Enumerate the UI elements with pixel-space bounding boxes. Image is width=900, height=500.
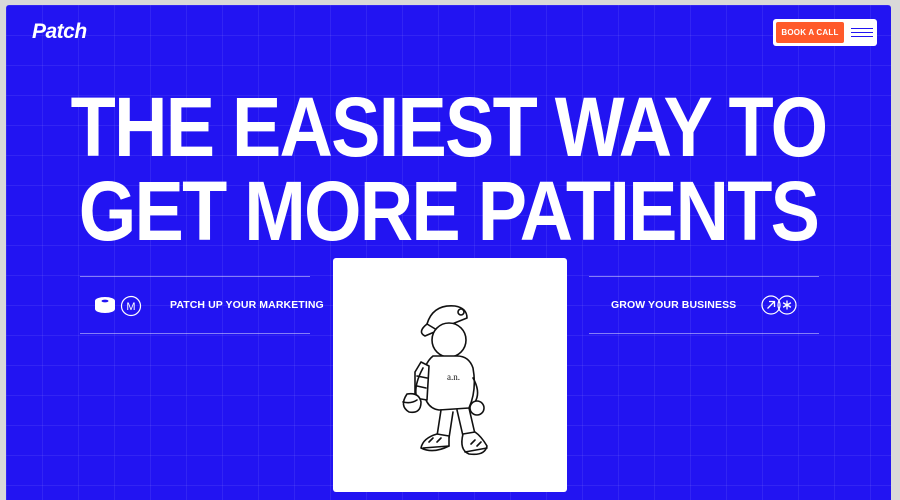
hero-headline: THE EASIEST WAY TO GET MORE PATIENTS	[59, 85, 838, 253]
brand-logo[interactable]: Patch	[32, 20, 87, 44]
hamburger-icon[interactable]	[851, 27, 873, 39]
nav-cluster: BOOK A CALL	[773, 19, 877, 46]
illustration-card: a.n.	[333, 258, 567, 492]
asterisk-icon	[777, 295, 797, 315]
headline-line-1: THE EASIEST WAY TO	[70, 80, 828, 174]
walking-character-illustration: a.n.	[402, 305, 488, 456]
m-badge-icon: M	[120, 295, 142, 317]
svg-text:a.n.: a.n.	[447, 372, 460, 382]
book-a-call-button[interactable]: BOOK A CALL	[776, 22, 844, 43]
feature-left: M PATCH UP YOUR MARKETING	[80, 276, 324, 334]
patch-up-marketing-label: PATCH UP YOUR MARKETING	[170, 299, 324, 311]
headline-line-2: GET MORE PATIENTS	[78, 164, 820, 258]
feature-right: GROW YOUR BUSINESS	[589, 276, 819, 334]
tape-icon	[95, 297, 115, 313]
svg-text:M: M	[126, 301, 135, 313]
grow-business-label: GROW YOUR BUSINESS	[611, 299, 737, 311]
page-canvas: Patch BOOK A CALL THE EASIEST WAY TO GET…	[6, 5, 891, 500]
